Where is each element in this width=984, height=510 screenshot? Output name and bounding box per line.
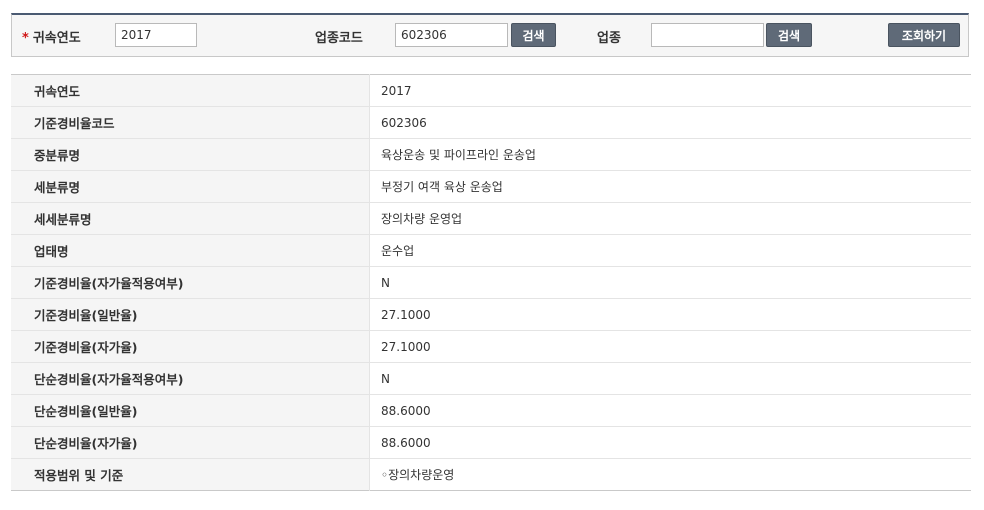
industry-code-input[interactable]: 602306 [395, 23, 508, 47]
row-label: 기준경비율(자가율) [11, 330, 370, 363]
row-label: 중분류명 [11, 138, 370, 171]
row-value: N [369, 266, 971, 299]
row-value: N [369, 362, 971, 395]
row-label: 업태명 [11, 234, 370, 267]
industry-label: 업종 [597, 31, 621, 46]
table-row: 단순경비율(자가율) 88.6000 [11, 426, 971, 459]
table-row: 기준경비율(자가율) 27.1000 [11, 330, 971, 363]
table-row: 단순경비율(자가율적용여부) N [11, 362, 971, 395]
row-label: 세세분류명 [11, 202, 370, 235]
row-value: 27.1000 [369, 330, 971, 363]
row-label: 세분류명 [11, 170, 370, 203]
table-row: 중분류명 육상운송 및 파이프라인 운송업 [11, 138, 971, 171]
row-label: 적용범위 및 기준 [11, 458, 370, 491]
row-value: 88.6000 [369, 394, 971, 427]
year-input[interactable]: 2017 [115, 23, 197, 47]
detail-table: 귀속연도 2017 기준경비율코드 602306 중분류명 육상운송 및 파이프라인 … [11, 74, 971, 491]
row-value: ◦장의차량운영 [381, 468, 455, 482]
row-label: 기준경비율(일반율) [11, 298, 370, 331]
row-value: 88.6000 [369, 426, 971, 459]
required-marker: * [22, 31, 29, 46]
row-label: 단순경비율(자가율) [11, 426, 370, 459]
row-value: 부정기 여객 육상 운송업 [369, 170, 971, 203]
table-row: 단순경비율(일반율) 88.6000 [11, 394, 971, 427]
row-value: 장의차량 운영업 [369, 202, 971, 235]
table-row: 세세분류명 장의차량 운영업 [11, 202, 971, 235]
row-value: 602306 [369, 106, 971, 139]
row-label: 단순경비율(자가율적용여부) [11, 362, 370, 395]
table-row: 기준경비율(자가율적용여부) N [11, 266, 971, 299]
industry-input[interactable] [651, 23, 764, 47]
row-label: 단순경비율(일반율) [11, 394, 370, 427]
table-row: 세분류명 부정기 여객 육상 운송업 [11, 170, 971, 203]
code-search-button[interactable]: 검색 [511, 23, 556, 47]
table-row: 적용범위 및 기준 ◦장의차량운영 [11, 458, 971, 491]
search-panel: * 귀속연도 2017 업종코드 602306 검색 업종 검색 조회하기 [11, 13, 969, 57]
table-row: 기준경비율코드 602306 [11, 106, 971, 139]
year-label-text: 귀속연도 [32, 31, 81, 46]
query-button[interactable]: 조회하기 [888, 23, 960, 47]
industry-code-label: 업종코드 [315, 31, 363, 46]
table-row: 기준경비율(일반율) 27.1000 [11, 298, 971, 331]
row-value: 운수업 [369, 234, 971, 267]
row-label: 기준경비율(자가율적용여부) [11, 266, 370, 299]
year-label: * 귀속연도 [22, 27, 81, 46]
industry-search-button[interactable]: 검색 [766, 23, 812, 47]
row-label: 귀속연도 [11, 74, 370, 107]
row-value: 27.1000 [369, 298, 971, 331]
row-value: 육상운송 및 파이프라인 운송업 [369, 138, 971, 171]
table-row: 귀속연도 2017 [11, 74, 971, 107]
row-value: 2017 [369, 74, 971, 107]
row-label: 기준경비율코드 [11, 106, 370, 139]
table-row: 업태명 운수업 [11, 234, 971, 267]
